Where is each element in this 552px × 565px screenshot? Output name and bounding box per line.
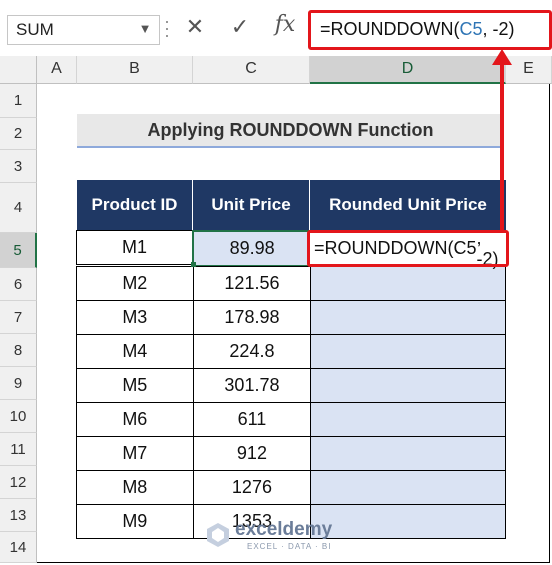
- formula-bar: SUM ▼ · · · ✕ ✓ fx =ROUNDDOWN(C5, -2): [0, 0, 552, 56]
- watermark-tagline: EXCEL · DATA · BI: [247, 542, 332, 551]
- rounded-price-cell[interactable]: [310, 334, 506, 369]
- row-header-2[interactable]: 2: [0, 118, 37, 150]
- row-header-13[interactable]: 13: [0, 499, 37, 532]
- exceldemy-logo-icon: [207, 523, 229, 547]
- rounded-price-cell[interactable]: [310, 368, 506, 403]
- unit-price-cell[interactable]: 121.56: [192, 266, 312, 301]
- product-id-cell[interactable]: M6: [76, 402, 194, 437]
- row-header-6[interactable]: 6: [0, 268, 37, 301]
- rounded-price-cell[interactable]: [310, 266, 506, 301]
- unit-price-cell[interactable]: 301.78: [192, 368, 312, 403]
- table-row: M5 301.78: [76, 368, 506, 403]
- row-header-12[interactable]: 12: [0, 466, 37, 499]
- rounded-price-cell[interactable]: [310, 436, 506, 471]
- row-header-10[interactable]: 10: [0, 400, 37, 433]
- insert-function-icon[interactable]: fx: [270, 12, 300, 42]
- product-id-cell[interactable]: M4: [76, 334, 194, 369]
- more-options-icon[interactable]: · · ·: [162, 12, 172, 44]
- row-header-7[interactable]: 7: [0, 301, 37, 334]
- column-header-c[interactable]: C: [193, 56, 310, 84]
- exceldemy-watermark: exceldemy EXCEL · DATA · BI: [205, 516, 365, 556]
- cancel-icon[interactable]: ✕: [180, 14, 210, 44]
- unit-price-cell[interactable]: 1276: [192, 470, 312, 505]
- data-table-body: M1 89.98 M2 121.56 M3 178.98 M4 224.8 M5…: [76, 230, 506, 539]
- unit-price-cell[interactable]: 89.98: [192, 230, 313, 267]
- row-header-9[interactable]: 9: [0, 367, 37, 400]
- table-row: M6 611: [76, 402, 506, 437]
- rounded-price-cell[interactable]: [310, 300, 506, 335]
- unit-price-cell[interactable]: 611: [192, 402, 312, 437]
- column-header-e[interactable]: E: [506, 56, 552, 84]
- row-header-4[interactable]: 4: [0, 183, 37, 233]
- table-row: M4 224.8: [76, 334, 506, 369]
- cell-highlight-box: [307, 230, 509, 267]
- header-unit-price[interactable]: Unit Price: [193, 180, 310, 230]
- table-row: M7 912: [76, 436, 506, 471]
- product-id-cell[interactable]: M3: [76, 300, 194, 335]
- rounded-price-cell[interactable]: [310, 470, 506, 505]
- unit-price-cell[interactable]: 224.8: [192, 334, 312, 369]
- product-id-cell[interactable]: M2: [76, 266, 194, 301]
- unit-price-cell[interactable]: 178.98: [192, 300, 312, 335]
- row-header-5[interactable]: 5: [0, 233, 37, 268]
- fill-handle[interactable]: [191, 262, 196, 267]
- watermark-name: exceldemy: [235, 519, 333, 540]
- product-id-cell[interactable]: M5: [76, 368, 194, 403]
- table-row: M8 1276: [76, 470, 506, 505]
- unit-price-cell[interactable]: 912: [192, 436, 312, 471]
- sheet-title: Applying ROUNDDOWN Function: [77, 114, 504, 148]
- row-header-1[interactable]: 1: [0, 84, 37, 118]
- arrow-head-icon: [492, 49, 512, 65]
- column-header-b[interactable]: B: [77, 56, 193, 84]
- header-product-id[interactable]: Product ID: [77, 180, 193, 230]
- row-header-14[interactable]: 14: [0, 532, 37, 563]
- formula-highlight-box: [308, 10, 552, 50]
- column-header-d[interactable]: D: [310, 56, 506, 84]
- chevron-down-icon[interactable]: ▼: [135, 15, 155, 45]
- product-id-cell[interactable]: M1: [76, 230, 194, 265]
- select-all-corner[interactable]: [0, 56, 37, 84]
- column-header-a[interactable]: A: [37, 56, 77, 84]
- enter-icon[interactable]: ✓: [225, 14, 255, 44]
- rounded-price-cell[interactable]: [310, 402, 506, 437]
- product-id-cell[interactable]: M7: [76, 436, 194, 471]
- table-row: M3 178.98: [76, 300, 506, 335]
- row-header-11[interactable]: 11: [0, 433, 37, 466]
- table-row: M2 121.56: [76, 266, 506, 301]
- header-rounded-unit-price[interactable]: Rounded Unit Price: [310, 180, 506, 230]
- product-id-cell[interactable]: M9: [76, 504, 194, 539]
- product-id-cell[interactable]: M8: [76, 470, 194, 505]
- highlight-arrow-line: [500, 62, 504, 232]
- row-header-8[interactable]: 8: [0, 334, 37, 367]
- row-header-3[interactable]: 3: [0, 150, 37, 183]
